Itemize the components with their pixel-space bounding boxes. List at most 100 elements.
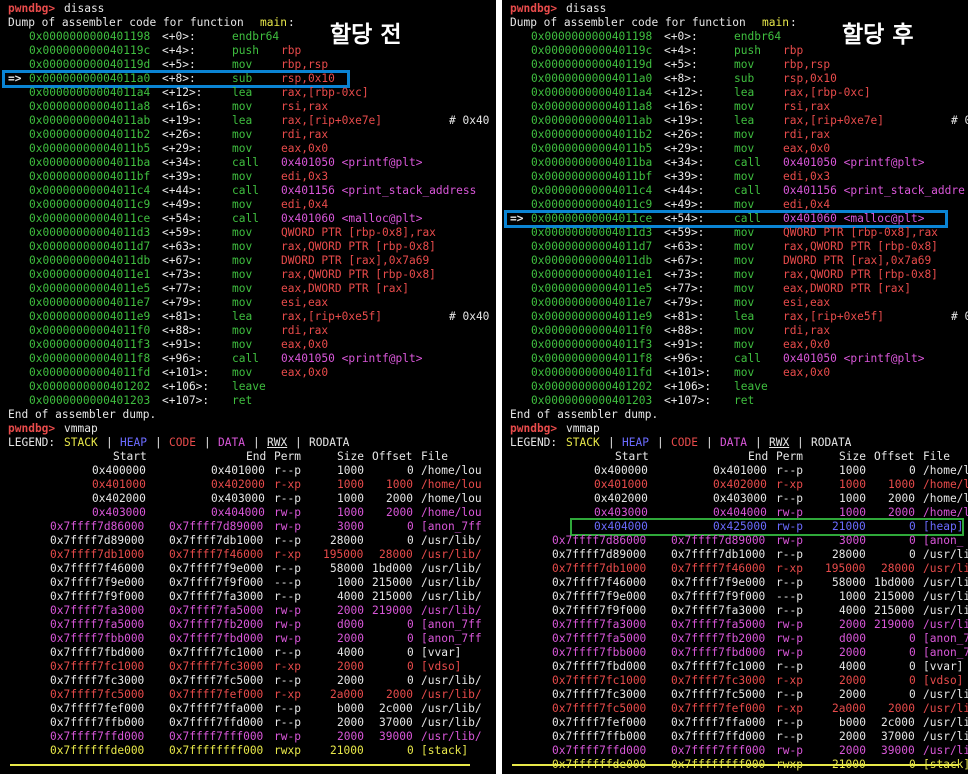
- instruction-address: 0x00000000004011d7: [531, 240, 653, 253]
- instruction-address: 0x00000000004011d3: [531, 226, 653, 239]
- map-file: /usr/lib/: [421, 590, 482, 603]
- vmmap-row: 0x402000 0x403000 r--p 1000 2000/home/lou: [0, 492, 496, 506]
- map-start: 0x400000: [594, 464, 648, 477]
- instruction-address: 0x00000000004011db: [531, 254, 653, 267]
- asm-row: 0x0000000000401203 <+107>: ret: [502, 394, 968, 408]
- legend-data: DATA: [720, 436, 747, 449]
- map-size: 2a000: [330, 688, 364, 701]
- map-end: 0x7ffff7f46000: [169, 548, 264, 561]
- map-start: 0x7ffff7fa3000: [50, 604, 145, 617]
- map-file: [vdso]: [421, 660, 462, 673]
- col-size: Size: [839, 450, 866, 463]
- map-end: 0x7ffff7fff000: [169, 730, 264, 743]
- instruction-address: 0x00000000004011e9: [29, 310, 151, 323]
- map-size: 4000: [839, 604, 866, 617]
- instruction-address: 0x00000000004011a0: [531, 72, 653, 85]
- vmmap-row: 0x7ffff7fa5000 0x7ffff7fb2000 rw-p d000 0 [an…: [0, 618, 496, 632]
- instruction-operands: eax,DWORD PTR [rax]: [783, 282, 911, 295]
- map-file: /usr/li: [923, 702, 968, 715]
- map-size: 1000: [839, 590, 866, 603]
- instruction-address: 0x000000000040119d: [531, 58, 653, 71]
- col-perm: Perm: [274, 450, 301, 463]
- map-end: 0x7ffff7fff000: [671, 744, 766, 757]
- instruction-offset: <+29>:: [162, 142, 203, 155]
- map-end: 0x7ffff7f46000: [671, 562, 766, 575]
- terminal-pane-after: 할당 후 pwndbg> disass Dump of assembler code…: [502, 0, 968, 774]
- map-size: 2000: [337, 716, 364, 729]
- map-offset: 219000: [372, 604, 413, 617]
- instruction-opcode: endbr64: [734, 30, 782, 43]
- instruction-operands: rsi,rax: [783, 100, 831, 113]
- map-offset: 39000: [881, 744, 915, 757]
- map-perm: r--p: [274, 590, 301, 603]
- vmmap-row: 0x7ffff7fbb000 0x7ffff7fbd000 rw-p 2000 0 [an…: [0, 632, 496, 646]
- map-end: 0x403000: [211, 492, 265, 505]
- legend-rodata: RODATA: [309, 436, 350, 449]
- map-perm: r--p: [274, 716, 301, 729]
- instruction-address: 0x00000000004011e7: [29, 296, 151, 309]
- map-end: 0x7ffff7fbd000: [169, 632, 264, 645]
- vmmap-row: 0x7ffff7f46000 0x7ffff7f9e000 r--p 58000 1bd…: [502, 576, 968, 590]
- colon: :: [790, 16, 797, 29]
- instruction-offset: <+107>:: [664, 394, 712, 407]
- map-perm: rwxp: [274, 744, 301, 757]
- instruction-opcode: mov: [734, 170, 755, 183]
- instruction-offset: <+12>:: [162, 86, 203, 99]
- instruction-offset: <+19>:: [664, 114, 705, 127]
- legend-line: LEGEND: STACK | HEAP | CODE | DATA | RWX | RODATA: [502, 436, 968, 450]
- map-start: 0x7ffff7fc5000: [552, 702, 647, 715]
- asm-row: 0x00000000004011d7 <+63>: mov rax,QWORD PTR…: [502, 240, 968, 254]
- asm-row: 0x00000000004011f8 <+96>: call 0x401050 <pr…: [0, 352, 496, 366]
- map-offset: 0: [909, 632, 916, 645]
- instruction-offset: <+12>:: [664, 86, 705, 99]
- legend-separator: |: [106, 436, 113, 449]
- instruction-address: 0x00000000004011f0: [29, 324, 151, 337]
- instruction-address: 0x00000000004011a4: [29, 86, 151, 99]
- map-end: 0x7ffff7fef000: [169, 688, 264, 701]
- asm-row: 0x00000000004011ba <+34>: call 0x401050 <pr…: [502, 156, 968, 170]
- asm-row: 0x00000000004011e9 <+81>: lea rax,[rip+0xe5…: [502, 310, 968, 324]
- col-perm: Perm: [776, 450, 803, 463]
- instruction-operands: rbp,rsp: [783, 58, 831, 71]
- legend-stack: STACK: [64, 436, 98, 449]
- legend-separator: |: [706, 436, 713, 449]
- map-offset: 219000: [874, 618, 915, 631]
- map-offset: 28000: [379, 548, 413, 561]
- instruction-opcode: ret: [734, 394, 755, 407]
- map-start: 0x7ffff7f9f000: [552, 604, 647, 617]
- map-perm: rw-p: [274, 604, 301, 617]
- map-perm: rw-p: [776, 618, 803, 631]
- instruction-address: 0x00000000004011a8: [29, 100, 151, 113]
- colon: :: [288, 16, 295, 29]
- instruction-operands: QWORD PTR [rbp-0x8],rax: [783, 226, 938, 239]
- prompt-label: pwndbg>: [8, 422, 56, 435]
- instruction-opcode: mov: [232, 128, 253, 141]
- map-offset: 2000: [386, 492, 413, 505]
- map-file: /usr/li: [923, 590, 968, 603]
- instruction-operands: rbp: [281, 44, 302, 57]
- map-perm: r--p: [274, 464, 301, 477]
- instruction-offset: <+34>:: [664, 156, 705, 169]
- map-start: 0x7ffff7ffb000: [50, 716, 145, 729]
- map-perm: r-xp: [776, 478, 803, 491]
- map-offset: 28000: [881, 562, 915, 575]
- map-file: [anon_7: [923, 632, 968, 645]
- map-start: 0x7ffff7fbd000: [50, 646, 145, 659]
- map-file: /usr/li: [923, 604, 968, 617]
- map-start: 0x7ffff7fc3000: [50, 674, 145, 687]
- legend-separator: |: [204, 436, 211, 449]
- instruction-offset: <+39>:: [664, 170, 705, 183]
- instruction-opcode: push: [232, 44, 259, 57]
- instruction-operands: eax,DWORD PTR [rax]: [281, 282, 409, 295]
- vmmap-row: 0x7ffff7fa3000 0x7ffff7fa5000 rw-p 2000 2190…: [502, 618, 968, 632]
- map-size: 2000: [337, 674, 364, 687]
- vmmap-header: Start End Perm Size Offset File: [502, 450, 968, 464]
- vmmap-row: 0x7ffff7d89000 0x7ffff7db1000 r--p 28000 0/u…: [0, 534, 496, 548]
- map-start: 0x7ffff7fa3000: [552, 618, 647, 631]
- map-end: 0x7ffff7fc1000: [671, 660, 766, 673]
- map-end: 0x7ffff7ffa000: [169, 702, 264, 715]
- map-perm: ---p: [274, 576, 301, 589]
- col-offset: Offset: [874, 450, 915, 463]
- map-size: d000: [839, 632, 866, 645]
- instruction-opcode: lea: [232, 310, 253, 323]
